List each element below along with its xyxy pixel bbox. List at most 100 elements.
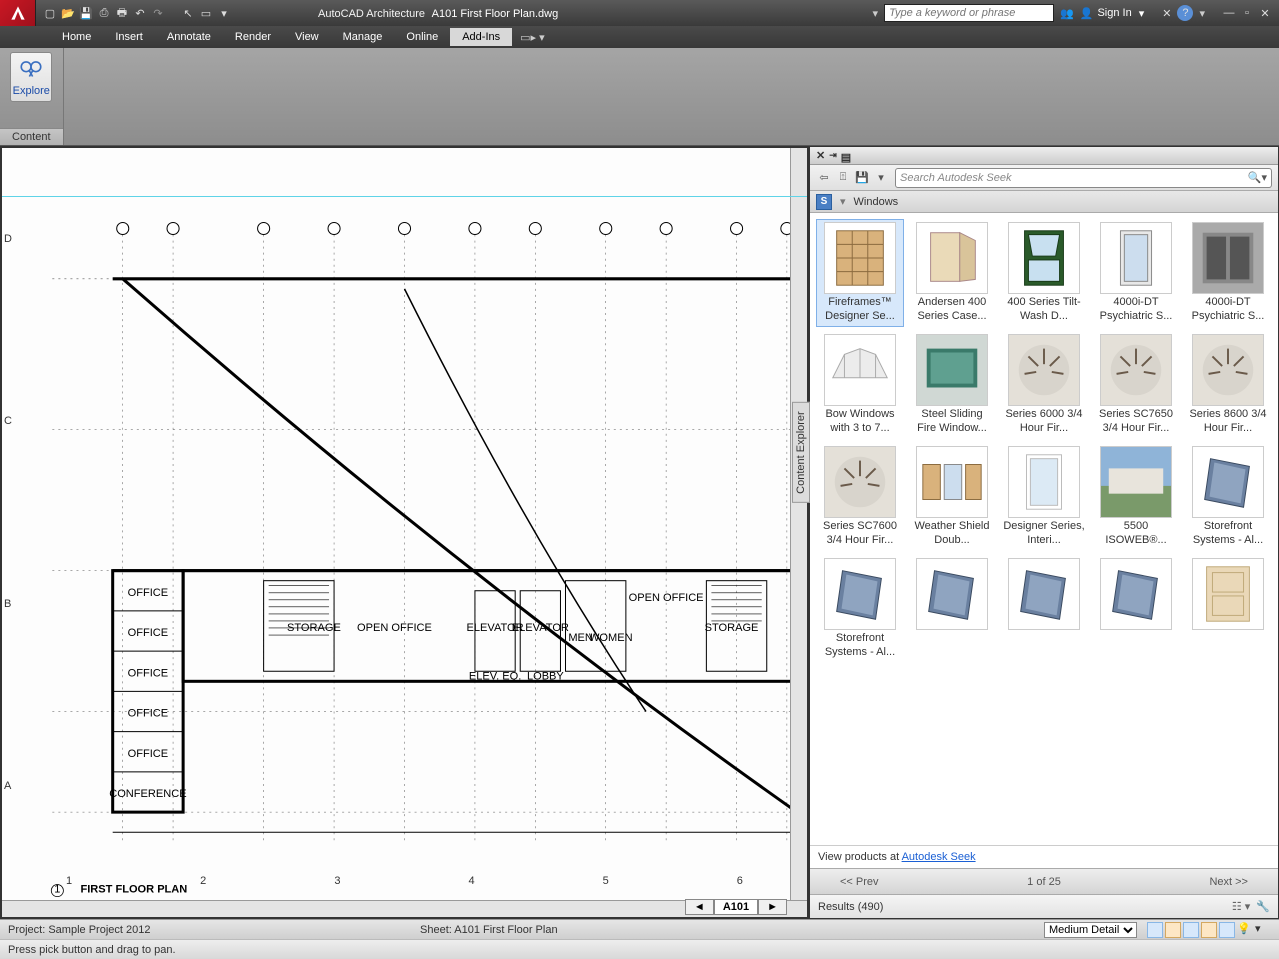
result-thumb[interactable]	[1092, 555, 1180, 663]
nav-up-icon[interactable]: ⍐	[835, 171, 851, 184]
maximize-icon[interactable]: ▫	[1239, 6, 1255, 20]
result-thumb[interactable]: Series SC7600 3/4 Hour Fir...	[816, 443, 904, 551]
svg-text:OFFICE: OFFICE	[128, 587, 169, 599]
tray-bulb-icon[interactable]: 💡	[1237, 922, 1253, 938]
help-dropdown-icon[interactable]: ▾	[1199, 7, 1205, 20]
undo-icon[interactable]: ↶	[132, 5, 148, 21]
view-mode-icon[interactable]: ☷ ▾	[1232, 900, 1250, 913]
result-thumb[interactable]: Series SC7650 3/4 Hour Fir...	[1092, 331, 1180, 439]
panel-close-icon[interactable]: ✕	[816, 149, 825, 162]
layout-tabs[interactable]: ◄ A101 ►	[685, 899, 787, 915]
infocenter-search[interactable]	[884, 4, 1054, 22]
result-thumb[interactable]: Bow Windows with 3 to 7...	[816, 331, 904, 439]
thumb-label: Designer Series, Interi...	[1003, 520, 1085, 548]
thumb-image	[916, 558, 988, 630]
result-thumb[interactable]: Steel Sliding Fire Window...	[908, 331, 996, 439]
tab-render[interactable]: Render	[223, 28, 283, 46]
drawing-canvas[interactable]: OFFICEOFFICE OFFICEOFFICE OFFICECONFEREN…	[0, 146, 809, 919]
nav-back-icon[interactable]: ⇦	[816, 171, 832, 184]
svg-text:1: 1	[54, 884, 60, 896]
explore-button[interactable]: Explore	[10, 52, 52, 102]
infocenter-search-icon[interactable]: 👥	[1060, 7, 1074, 20]
tray-icon-4[interactable]	[1201, 922, 1217, 938]
autodesk-seek-link[interactable]: Autodesk Seek	[902, 851, 976, 863]
svg-text:OPEN OFFICE: OPEN OFFICE	[629, 592, 704, 604]
settings-icon[interactable]: 🔧	[1256, 900, 1270, 913]
thumb-image	[1008, 446, 1080, 518]
layout-next-icon[interactable]: ►	[758, 899, 787, 915]
result-thumb[interactable]: Andersen 400 Series Case...	[908, 219, 996, 327]
qat-dropdown-icon[interactable]: ▾	[216, 5, 232, 21]
nav-save-icon[interactable]: 💾	[854, 171, 870, 184]
panel-footer-link: View products at Autodesk Seek	[810, 845, 1278, 868]
status-tray: 💡 ▾	[1147, 922, 1271, 938]
layout-prev-icon[interactable]: ◄	[685, 899, 714, 915]
device-icon[interactable]: ▭	[198, 5, 214, 21]
tray-icon-3[interactable]	[1183, 922, 1199, 938]
panel-search-input[interactable]: Search Autodesk Seek 🔍▾	[895, 168, 1272, 188]
exchange-icon[interactable]: ✕	[1162, 7, 1171, 20]
saveas-icon[interactable]: ⎙	[96, 5, 112, 21]
pager-prev[interactable]: << Prev	[840, 876, 879, 888]
panel-pin-icon[interactable]: ⇥	[829, 150, 837, 161]
search-icon[interactable]: 🔍▾	[1248, 171, 1267, 184]
tab-insert[interactable]: Insert	[103, 28, 155, 46]
result-thumb[interactable]: Designer Series, Interi...	[1000, 443, 1088, 551]
result-thumb[interactable]: 5500 ISOWEB®...	[1092, 443, 1180, 551]
tray-dropdown-icon[interactable]: ▾	[1255, 922, 1271, 938]
result-thumb[interactable]: Fireframes™ Designer Se...	[816, 219, 904, 327]
menubar: Home Insert Annotate Render View Manage …	[0, 26, 1279, 48]
tab-annotate[interactable]: Annotate	[155, 28, 223, 46]
pager-next[interactable]: Next >>	[1209, 876, 1248, 888]
thumb-label: Series SC7600 3/4 Hour Fir...	[819, 520, 901, 548]
result-thumb[interactable]: Storefront Systems - Al...	[816, 555, 904, 663]
tab-online[interactable]: Online	[394, 28, 450, 46]
nav-dropdown-icon[interactable]: ▾	[873, 171, 889, 184]
svg-text:FIRST FLOOR PLAN: FIRST FLOOR PLAN	[80, 884, 187, 896]
cursor-icon[interactable]: ↖	[180, 5, 196, 21]
horizontal-scrollbar[interactable]: ◄ A101 ►	[2, 900, 807, 917]
minimize-icon[interactable]: —	[1221, 6, 1237, 20]
result-thumb[interactable]: 400 Series Tilt-Wash D...	[1000, 219, 1088, 327]
thumb-image	[824, 334, 896, 406]
panel-breadcrumb[interactable]: S▾ Windows	[810, 191, 1278, 213]
svg-text:OFFICE: OFFICE	[128, 667, 169, 679]
result-thumb[interactable]	[1184, 555, 1272, 663]
result-thumb[interactable]	[1000, 555, 1088, 663]
detail-level-select[interactable]: Medium Detail	[1044, 922, 1137, 938]
save-icon[interactable]: 💾	[78, 5, 94, 21]
tab-home[interactable]: Home	[50, 28, 103, 46]
vertical-scrollbar[interactable]	[790, 148, 807, 900]
panel-menu-icon[interactable]: ▤	[841, 151, 851, 164]
svg-text:CONFERENCE: CONFERENCE	[109, 788, 186, 800]
tab-addins[interactable]: Add-Ins	[450, 28, 512, 46]
layout-tab-current[interactable]: A101	[714, 899, 758, 915]
result-thumb[interactable]: Series 8600 3/4 Hour Fir...	[1184, 331, 1272, 439]
thumb-image	[824, 222, 896, 294]
results-grid[interactable]: Fireframes™ Designer Se...Andersen 400 S…	[810, 213, 1278, 845]
tray-icon-1[interactable]	[1147, 922, 1163, 938]
tray-icon-2[interactable]	[1165, 922, 1181, 938]
result-thumb[interactable]	[908, 555, 996, 663]
result-thumb[interactable]: Storefront Systems - Al...	[1184, 443, 1272, 551]
help-icon[interactable]: ?	[1177, 5, 1193, 21]
thumb-image	[916, 446, 988, 518]
print-icon[interactable]: 🖶	[114, 5, 130, 21]
result-thumb[interactable]: Series 6000 3/4 Hour Fir...	[1000, 331, 1088, 439]
app-menu-button[interactable]	[0, 0, 36, 26]
thumb-label: 4000i-DT Psychiatric S...	[1095, 296, 1177, 324]
new-icon[interactable]: ▢	[42, 5, 58, 21]
result-thumb[interactable]: 4000i-DT Psychiatric S...	[1184, 219, 1272, 327]
tab-manage[interactable]: Manage	[331, 28, 395, 46]
close-icon[interactable]: ✕	[1257, 6, 1273, 20]
result-thumb[interactable]: 4000i-DT Psychiatric S...	[1092, 219, 1180, 327]
signin-button[interactable]: 👤Sign In▾	[1080, 7, 1144, 20]
redo-icon[interactable]: ↷	[150, 5, 166, 21]
tray-icon-5[interactable]	[1219, 922, 1235, 938]
open-icon[interactable]: 📂	[60, 5, 76, 21]
ribbon-group-label: Content	[0, 128, 63, 145]
tab-view[interactable]: View	[283, 28, 331, 46]
title-dropdown-icon[interactable]: ▾	[873, 7, 879, 20]
camera-icon[interactable]: ▭▸ ▾	[520, 31, 545, 44]
result-thumb[interactable]: Weather Shield Doub...	[908, 443, 996, 551]
